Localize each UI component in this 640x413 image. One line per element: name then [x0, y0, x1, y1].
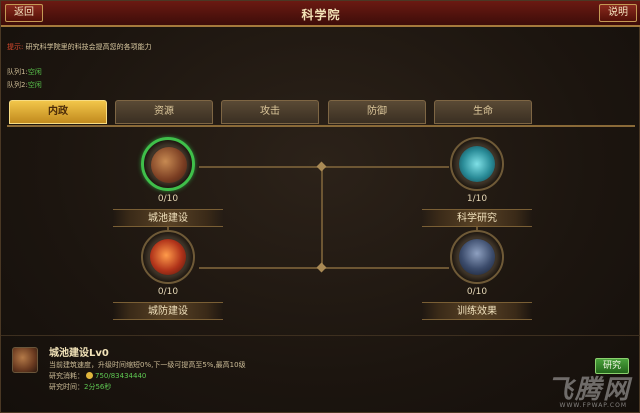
tab-internal-affairs[interactable]: 内政	[9, 100, 107, 124]
tech-progress: 0/10	[157, 194, 179, 204]
page-title: 科学院	[301, 8, 341, 22]
title-bar: 返回 科学院 说明	[1, 1, 640, 27]
tech-node-science-research[interactable]: 1/10 科学研究	[422, 137, 532, 227]
tech-detail-name: 城池建设Lv0	[49, 348, 109, 359]
junction-diamond	[316, 262, 327, 273]
tech-tree: 0/10 城池建设 1/10 科学研究 0/10 城防建设 0/10 训练效果	[1, 127, 640, 327]
tip-line: 提示: 研究科学院里的科技会提高您的各项能力	[7, 42, 152, 52]
queue-2: 队列2:空闲	[7, 80, 42, 90]
tab-defense[interactable]: 防御	[328, 100, 426, 124]
tech-ring	[141, 137, 195, 191]
gold-coin-icon	[86, 372, 93, 379]
city-building-icon	[151, 147, 187, 183]
city-defense-icon	[150, 239, 186, 275]
time-label: 研究时间：	[49, 383, 84, 391]
tab-attack[interactable]: 攻击	[221, 100, 319, 124]
game-window: 返回 科学院 说明 提示: 研究科学院里的科技会提高您的各项能力 队列1:空闲 …	[0, 0, 640, 413]
tech-name: 城池建设	[113, 209, 223, 227]
category-tabs: 内政 资源 攻击 防御 生命	[9, 100, 635, 126]
tip-label: 提示:	[7, 43, 24, 51]
time-value: 2分56秒	[84, 383, 112, 391]
tech-detail-time: 研究时间：2分56秒	[49, 382, 111, 392]
tech-ring	[450, 230, 504, 284]
tech-name: 城防建设	[113, 302, 223, 320]
watermark-url: WWW.FPWAP.COM	[559, 402, 627, 409]
tech-detail-panel: 城池建设Lv0 当前建筑速度，升级时间缩短0%,下一级可提高至5%,最高10级 …	[1, 335, 640, 413]
tech-progress: 0/10	[466, 287, 488, 297]
queue-label: 队列1:	[7, 68, 28, 76]
tech-node-city-defense[interactable]: 0/10 城防建设	[113, 230, 223, 320]
tech-detail-cost: 研究消耗： 750/83434440	[49, 371, 146, 381]
help-button[interactable]: 说明	[599, 4, 637, 22]
queue-1: 队列1:空闲	[7, 67, 42, 77]
training-effect-icon	[459, 239, 495, 275]
tech-ring	[141, 230, 195, 284]
junction-diamond	[316, 161, 327, 172]
cost-label: 研究消耗：	[49, 372, 84, 380]
tech-node-training-effect[interactable]: 0/10 训练效果	[422, 230, 532, 320]
queue-label: 队列2:	[7, 81, 28, 89]
tech-progress: 1/10	[466, 194, 488, 204]
queue-status: 空闲	[27, 81, 42, 89]
tech-progress: 0/10	[157, 287, 179, 297]
tech-name: 训练效果	[422, 302, 532, 320]
queue-status: 空闲	[27, 68, 42, 76]
tech-name: 科学研究	[422, 209, 532, 227]
tab-resources[interactable]: 资源	[115, 100, 213, 124]
tab-life[interactable]: 生命	[434, 100, 532, 124]
cost-value: 750/83434440	[95, 372, 147, 380]
science-research-icon	[459, 146, 495, 182]
tech-detail-desc: 当前建筑速度，升级时间缩短0%,下一级可提高至5%,最高10级	[49, 361, 246, 369]
city-building-icon	[12, 347, 38, 373]
watermark-logo: 飞腾网	[546, 375, 631, 405]
tech-ring	[450, 137, 504, 191]
tip-text: 研究科学院里的科技会提高您的各项能力	[25, 43, 152, 51]
tech-node-city-building[interactable]: 0/10 城池建设	[113, 137, 223, 227]
connector-middle	[321, 167, 323, 268]
